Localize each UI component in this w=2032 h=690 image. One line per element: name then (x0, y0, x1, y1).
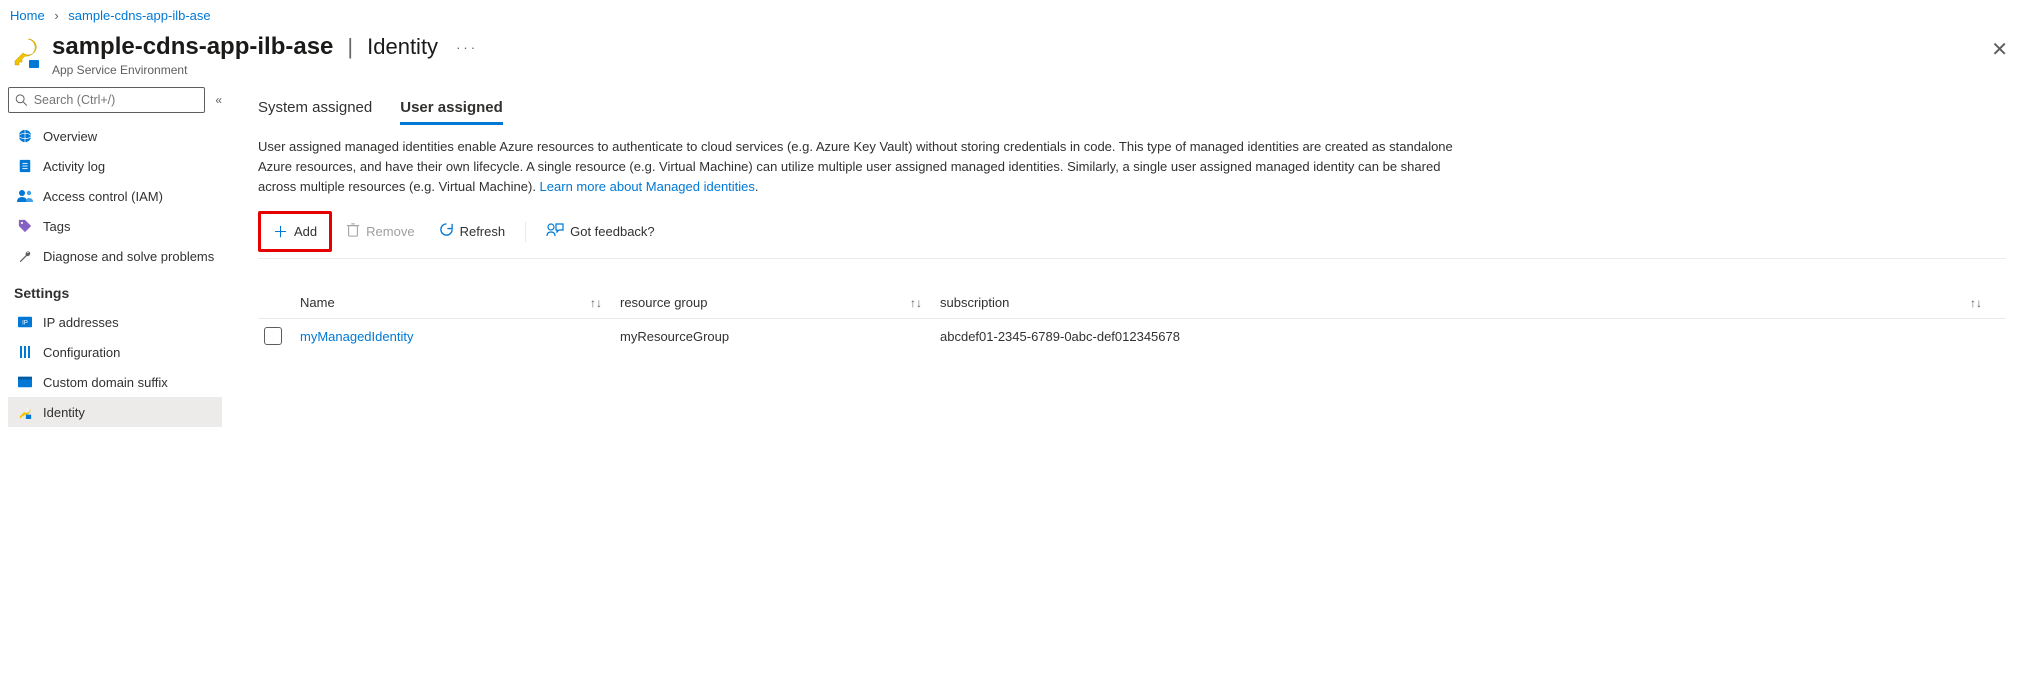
sidebar-item-label: Overview (43, 129, 97, 144)
trash-icon (346, 223, 360, 241)
page-header: sample-cdns-app-ilb-ase | Identity ··· A… (0, 27, 2032, 87)
refresh-icon (439, 222, 454, 241)
subscription-cell: abcdef01-2345-6789-0abc-def012345678 (940, 329, 1180, 344)
breadcrumb-home[interactable]: Home (10, 8, 45, 23)
refresh-button-label: Refresh (460, 224, 506, 239)
sliders-icon (17, 344, 33, 360)
identity-key-icon (17, 404, 33, 420)
people-icon (17, 188, 33, 204)
column-header-name[interactable]: Name ↑↓ (300, 295, 620, 310)
column-label: Name (300, 295, 335, 310)
learn-more-link[interactable]: Learn more about Managed identities (540, 179, 755, 194)
toolbar-separator (525, 222, 526, 242)
resource-type-label: App Service Environment (52, 63, 1983, 77)
search-icon (15, 93, 28, 107)
tab-system-assigned[interactable]: System assigned (258, 99, 372, 125)
table-header-row: Name ↑↓ resource group ↑↓ subscription ↑… (258, 287, 2006, 319)
collapse-sidebar-icon[interactable]: « (215, 93, 222, 107)
resource-group-cell: myResourceGroup (620, 329, 729, 344)
sidebar-search[interactable] (8, 87, 205, 113)
breadcrumb-sep: › (48, 8, 64, 23)
close-button[interactable]: ✕ (1983, 33, 2016, 66)
remove-button: Remove (336, 218, 424, 246)
remove-button-label: Remove (366, 224, 414, 239)
sidebar-item-label: Activity log (43, 159, 105, 174)
column-header-subscription[interactable]: subscription ↑↓ (940, 295, 2000, 310)
page-title-resource: sample-cdns-app-ilb-ase (52, 33, 333, 61)
globe-icon (17, 128, 33, 144)
identity-tabs: System assigned User assigned (258, 99, 2006, 125)
table-row[interactable]: myManagedIdentity myResourceGroup abcdef… (258, 319, 2006, 353)
sidebar-item-identity[interactable]: Identity (8, 397, 222, 427)
sidebar-item-label: Access control (IAM) (43, 189, 163, 204)
key-icon (10, 37, 42, 69)
breadcrumb-resource[interactable]: sample-cdns-app-ilb-ase (68, 8, 210, 23)
column-label: subscription (940, 295, 1009, 310)
sidebar-item-activity-log[interactable]: Activity log (8, 151, 222, 181)
sort-icon[interactable]: ↑↓ (910, 296, 922, 310)
sidebar-item-label: Tags (43, 219, 70, 234)
feedback-button-label: Got feedback? (570, 224, 655, 239)
refresh-button[interactable]: Refresh (429, 217, 516, 246)
plus-icon: ＋ (273, 221, 288, 242)
toolbar: ＋ Add Remove Refresh (258, 211, 2006, 259)
ip-icon: IP (17, 314, 33, 330)
sidebar-item-configuration[interactable]: Configuration (8, 337, 222, 367)
column-label: resource group (620, 295, 707, 310)
title-separator: | (343, 34, 357, 60)
description-body: User assigned managed identities enable … (258, 139, 1453, 194)
content-area: System assigned User assigned User assig… (230, 87, 2032, 435)
feedback-button[interactable]: Got feedback? (536, 218, 665, 246)
page-title-blade: Identity (367, 34, 438, 60)
more-actions-icon[interactable]: ··· (456, 40, 478, 55)
sidebar-item-access-control[interactable]: Access control (IAM) (8, 181, 222, 211)
sidebar-item-label: Identity (43, 405, 85, 420)
sort-icon[interactable]: ↑↓ (590, 296, 602, 310)
add-button[interactable]: ＋ Add (263, 216, 327, 247)
description-period: . (755, 179, 759, 194)
log-icon (17, 158, 33, 174)
sidebar-item-ip-addresses[interactable]: IP IP addresses (8, 307, 222, 337)
sidebar-item-label: Diagnose and solve problems (43, 249, 214, 264)
sort-icon[interactable]: ↑↓ (1970, 296, 1982, 310)
add-highlight-annotation: ＋ Add (258, 211, 332, 252)
row-checkbox[interactable] (264, 327, 282, 345)
feedback-icon (546, 223, 564, 241)
domain-icon (17, 374, 33, 390)
sidebar: « Overview Activity log Access control (… (0, 87, 230, 435)
tag-icon (17, 218, 33, 234)
sidebar-item-diagnose[interactable]: Diagnose and solve problems (8, 241, 222, 271)
svg-text:IP: IP (22, 320, 28, 327)
breadcrumb: Home › sample-cdns-app-ilb-ase (0, 0, 2032, 27)
sidebar-item-label: IP addresses (43, 315, 119, 330)
tab-user-assigned[interactable]: User assigned (400, 99, 503, 125)
sidebar-item-tags[interactable]: Tags (8, 211, 222, 241)
sidebar-item-custom-domain[interactable]: Custom domain suffix (8, 367, 222, 397)
sidebar-item-overview[interactable]: Overview (8, 121, 222, 151)
identity-name-link[interactable]: myManagedIdentity (300, 329, 413, 344)
identities-table: Name ↑↓ resource group ↑↓ subscription ↑… (258, 287, 2006, 353)
sidebar-item-label: Custom domain suffix (43, 375, 168, 390)
sidebar-item-label: Configuration (43, 345, 120, 360)
column-header-resource-group[interactable]: resource group ↑↓ (620, 295, 940, 310)
sidebar-section-settings: Settings (8, 271, 222, 307)
search-input[interactable] (32, 92, 199, 108)
description-text: User assigned managed identities enable … (258, 137, 1458, 197)
add-button-label: Add (294, 224, 317, 239)
wrench-icon (17, 248, 33, 264)
